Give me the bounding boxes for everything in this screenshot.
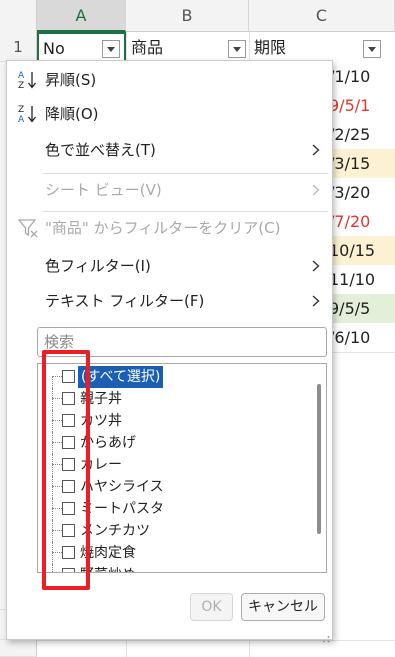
sort-by-color-menu-item[interactable]: 色で並べ替え(T) xyxy=(7,133,332,167)
filter-dropdown-button-c[interactable] xyxy=(363,40,381,58)
filter-clear-icon xyxy=(15,211,41,245)
dropdown-arrow-icon xyxy=(368,46,376,52)
svg-text:Z: Z xyxy=(18,81,24,91)
column-header-a[interactable]: A xyxy=(37,0,126,32)
date-cell[interactable]: /6/10 xyxy=(328,323,395,352)
color-filter-label: 色フィルター(I) xyxy=(45,257,151,275)
date-cell[interactable]: /1/10 xyxy=(328,62,395,91)
dropdown-arrow-icon xyxy=(107,46,115,52)
date-cell[interactable]: 10/15 xyxy=(328,236,395,265)
list-scrollbar[interactable] xyxy=(317,384,321,534)
date-cell[interactable]: /7/20 xyxy=(328,207,395,236)
gridline xyxy=(37,640,395,641)
dropdown-arrow-icon xyxy=(233,46,241,52)
ok-button[interactable]: OK xyxy=(190,593,233,621)
chevron-right-icon xyxy=(312,173,322,207)
sheet-view-label: シート ビュー(V) xyxy=(45,181,162,199)
column-header-b[interactable]: B xyxy=(126,0,249,32)
sort-ascending-menu-item[interactable]: A Z 昇順(S) xyxy=(7,63,332,97)
resize-grip-icon[interactable] xyxy=(322,629,330,643)
chevron-right-icon xyxy=(312,284,322,318)
sort-descending-icon: Z A xyxy=(15,97,41,131)
svg-text:A: A xyxy=(18,71,25,81)
red-highlight-box xyxy=(42,350,90,590)
clear-filter-label: "商品" からフィルターをクリア(C) xyxy=(45,219,281,237)
svg-text:Z: Z xyxy=(18,105,24,115)
sort-ascending-icon: A Z xyxy=(15,63,41,97)
chevron-right-icon xyxy=(312,133,322,167)
sort-by-color-label: 色で並べ替え(T) xyxy=(45,141,156,159)
svg-text:A: A xyxy=(18,115,25,125)
row-header-22[interactable] xyxy=(0,640,37,657)
clear-filter-menu-item: "商品" からフィルターをクリア(C) xyxy=(7,211,332,245)
date-cell[interactable]: 9/5/1 xyxy=(328,91,395,120)
text-filter-menu-item[interactable]: テキスト フィルター(F) xyxy=(7,284,332,318)
sort-descending-label: 降順(O) xyxy=(45,105,99,123)
date-cell[interactable]: /3/15 xyxy=(328,149,395,178)
date-cell[interactable]: 9/5/5 xyxy=(328,294,395,323)
sort-descending-menu-item[interactable]: Z A 降順(O) xyxy=(7,97,332,131)
select-all-corner[interactable] xyxy=(0,0,37,32)
cancel-button[interactable]: キャンセル xyxy=(241,593,325,621)
filter-dropdown-button-a[interactable] xyxy=(102,40,120,58)
chevron-right-icon xyxy=(312,249,322,283)
sort-ascending-label: 昇順(S) xyxy=(45,71,97,89)
sheet-view-menu-item: シート ビュー(V) xyxy=(7,173,332,207)
date-cell[interactable]: /2/25 xyxy=(328,120,395,149)
row-header-1[interactable]: 1 xyxy=(0,32,37,62)
column-header-c[interactable]: C xyxy=(249,0,395,32)
date-cell[interactable]: /3/20 xyxy=(328,178,395,207)
date-cell[interactable]: 11/10 xyxy=(328,265,395,294)
text-filter-label: テキスト フィルター(F) xyxy=(45,292,205,310)
filter-dropdown-button-b[interactable] xyxy=(228,40,246,58)
color-filter-menu-item[interactable]: 色フィルター(I) xyxy=(7,249,332,283)
